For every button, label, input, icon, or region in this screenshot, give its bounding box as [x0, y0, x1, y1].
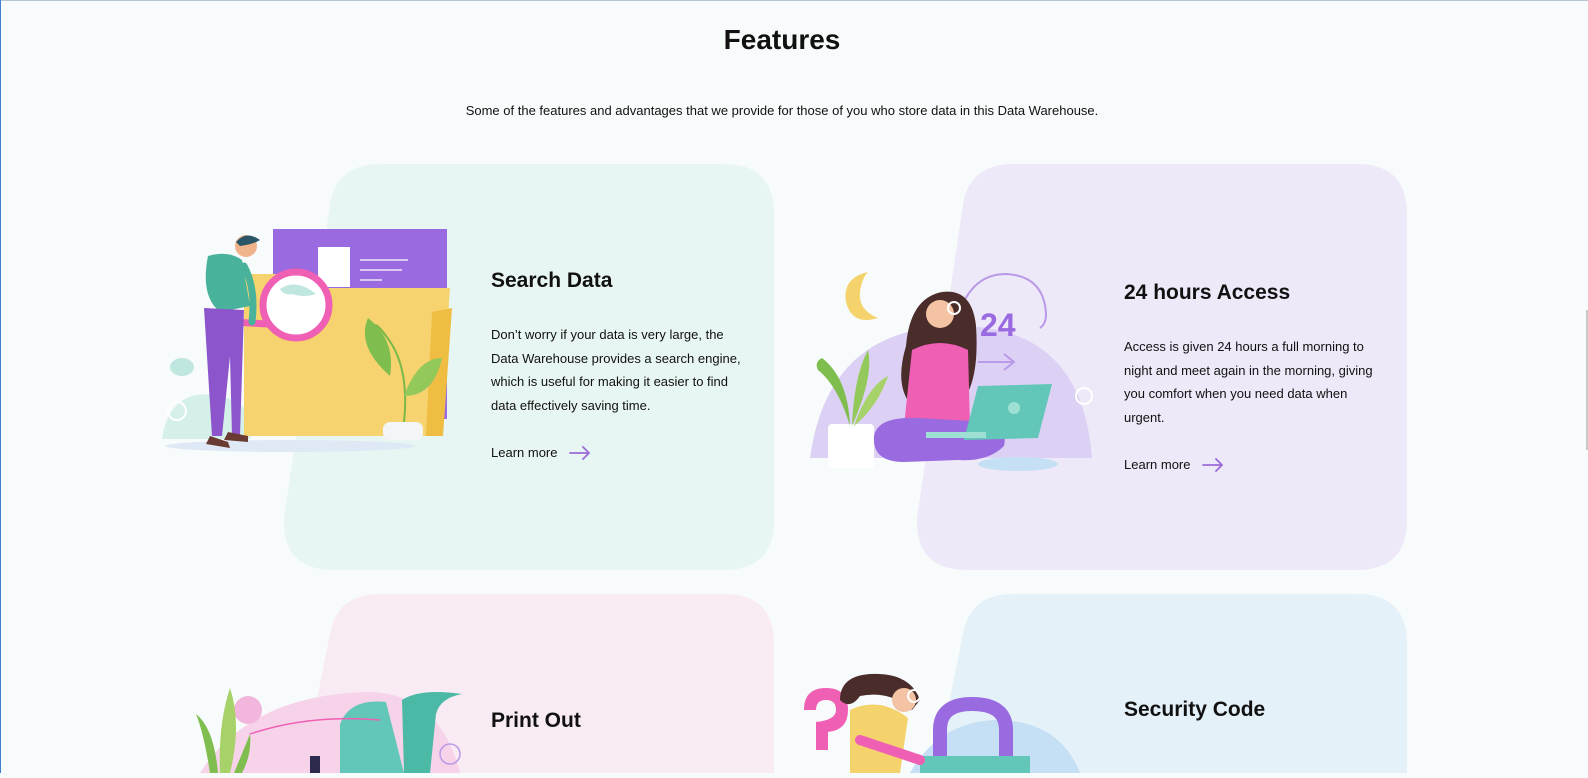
- feature-card-print-out: Print Out: [491, 709, 751, 763]
- arrow-right-icon: [1202, 457, 1224, 472]
- feature-description: Don’t worry if your data is very large, …: [491, 327, 741, 413]
- feature-title: Print Out: [491, 709, 581, 732]
- search-data-illustration: [160, 226, 460, 461]
- window-top-border: [0, 0, 1588, 1]
- security-code-illustration: [800, 670, 1090, 778]
- learn-more-link[interactable]: Learn more: [1124, 457, 1224, 472]
- feature-description: Access is given 24 hours a full morning …: [1124, 339, 1373, 425]
- feature-title: 24 hours Access: [1124, 281, 1291, 304]
- feature-card-24-hours-access: 24 hours Access Access is given 24 hours…: [1124, 281, 1384, 474]
- print-out-illustration: [190, 684, 470, 778]
- 24-badge: 24: [980, 307, 1016, 343]
- learn-more-link[interactable]: Learn more: [491, 445, 591, 460]
- page-subtitle: Some of the features and advantages that…: [465, 103, 1099, 118]
- learn-more-label: Learn more: [1124, 457, 1191, 472]
- page-title: Features: [723, 24, 841, 55]
- arrow-right-icon: [569, 445, 591, 460]
- feature-title: Security Code: [1124, 698, 1266, 721]
- feature-title: Search Data: [491, 269, 613, 292]
- learn-more-label: Learn more: [491, 445, 558, 460]
- feature-card-search-data: Search Data Don’t worry if your data is …: [491, 269, 751, 462]
- feature-card-security-code: Security Code: [1124, 698, 1384, 752]
- 24-hours-access-illustration: 24: [808, 266, 1098, 483]
